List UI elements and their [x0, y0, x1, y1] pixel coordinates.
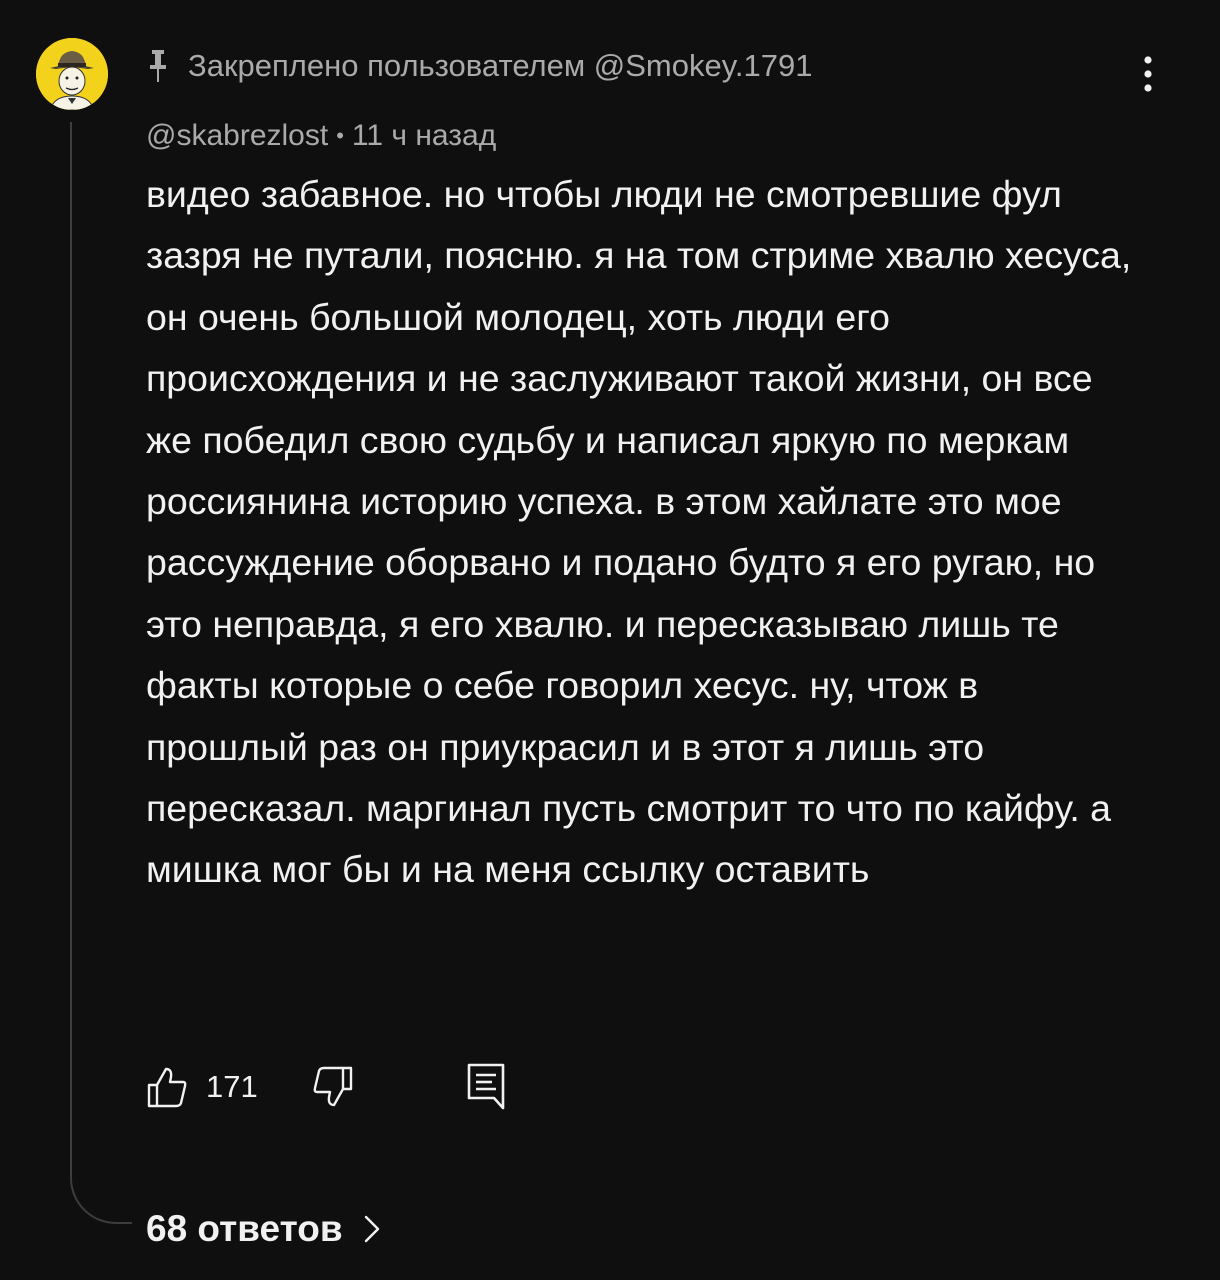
thumbs-down-icon — [313, 1066, 352, 1107]
comment-header: @skabrezlost • 11 ч назад — [146, 114, 496, 158]
comment-time: 11 ч назад — [351, 119, 497, 152]
reply-icon — [467, 1063, 505, 1110]
separator-dot: • — [336, 123, 344, 148]
thumbs-up-icon — [147, 1067, 187, 1108]
more-vert-icon — [1144, 56, 1152, 92]
replies-count-label: 68 ответов — [146, 1208, 343, 1249]
pinned-indicator: Закреплено пользователем @Smokey.1791 — [146, 40, 813, 92]
comment-body: видео забавное. но чтобы люди не смотрев… — [146, 173, 1132, 891]
thread-line — [70, 122, 132, 1224]
author-handle[interactable]: @skabrezlost — [146, 119, 328, 153]
pinned-label: Закреплено пользователем @Smokey.1791 — [188, 48, 813, 83]
dislike-button[interactable] — [312, 1065, 354, 1109]
avatar-image — [36, 38, 108, 110]
avatar[interactable] — [36, 38, 108, 110]
like-count: 171 — [206, 1069, 258, 1104]
comment-actions: 171 — [146, 1060, 506, 1114]
pin-icon — [146, 48, 170, 84]
chevron-right-icon — [364, 1215, 379, 1243]
more-options-button[interactable] — [1126, 52, 1170, 96]
like-button[interactable]: 171 — [146, 1065, 258, 1109]
view-replies-button[interactable]: 68 ответов — [146, 1204, 381, 1254]
reply-button[interactable] — [466, 1062, 506, 1112]
